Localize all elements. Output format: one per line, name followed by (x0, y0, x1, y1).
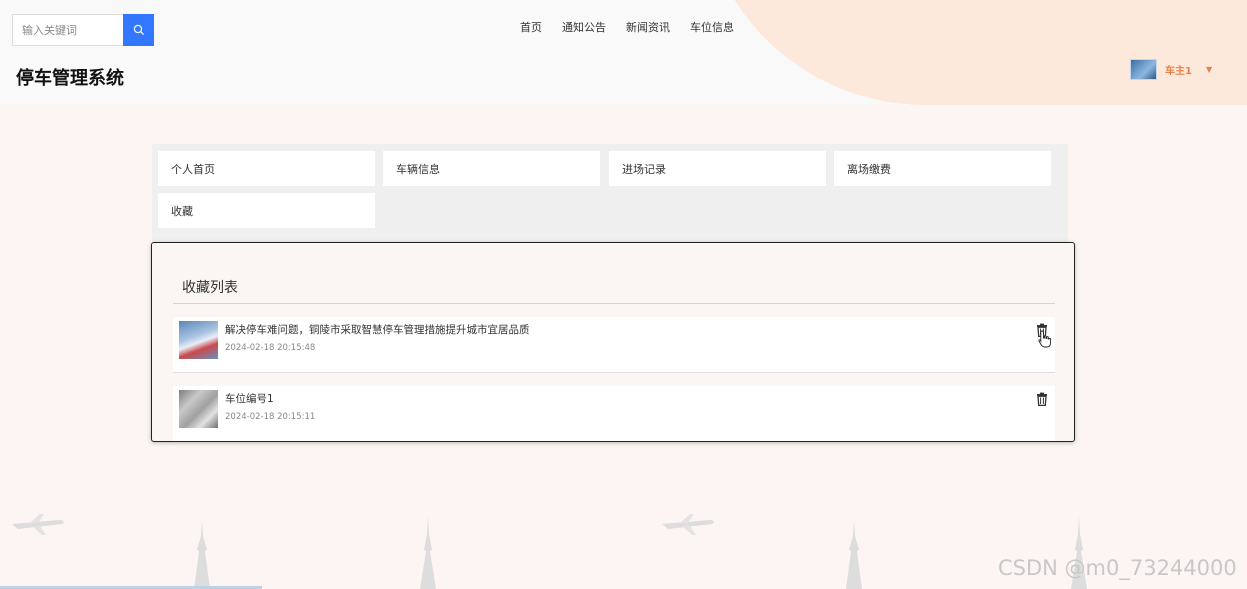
user-menu[interactable]: 车主1 ▼ (1130, 59, 1212, 80)
item-thumbnail[interactable] (179, 321, 218, 359)
nav-parking-spaces[interactable]: 车位信息 (690, 19, 734, 35)
menu-item-entry-records[interactable]: 进场记录 (609, 151, 826, 186)
watermark: CSDN @m0_73244000 (998, 556, 1237, 580)
favorites-title: 收藏列表 (182, 280, 238, 296)
search-icon (133, 24, 144, 36)
item-title[interactable]: 解决停车难问题，铜陵市采取智慧停车管理措施提升城市宜居品质 (225, 322, 530, 337)
divider (173, 372, 1055, 373)
site-title: 停车管理系统 (16, 68, 124, 89)
site-header: 首页 通知公告 新闻资讯 车位信息 停车管理系统 车主1 ▼ (0, 0, 1247, 105)
airplane-icon (12, 514, 64, 535)
avatar[interactable] (1130, 59, 1157, 80)
nav-news[interactable]: 新闻资讯 (626, 19, 670, 35)
item-thumbnail[interactable] (179, 390, 218, 428)
trash-icon[interactable] (1035, 392, 1049, 406)
header-decoration (700, 0, 1247, 105)
menu-item-exit-payment[interactable]: 离场缴费 (834, 151, 1051, 186)
chevron-down-icon[interactable]: ▼ (1206, 65, 1212, 74)
menu-item-vehicles[interactable]: 车辆信息 (383, 151, 600, 186)
item-date: 2024-02-18 20:15:11 (225, 412, 316, 422)
item-date: 2024-02-18 20:15:48 (225, 343, 316, 353)
menu-item-profile[interactable]: 个人首页 (158, 151, 375, 186)
main-nav: 首页 通知公告 新闻资讯 车位信息 (520, 19, 734, 35)
airplane-icon (662, 514, 714, 535)
nav-notices[interactable]: 通知公告 (562, 19, 606, 35)
tower-icon (846, 520, 862, 589)
favorites-panel: 收藏列表 解决停车难问题，铜陵市采取智慧停车管理措施提升城市宜居品质 2024-… (151, 242, 1075, 442)
nav-home[interactable]: 首页 (520, 19, 542, 35)
tower-icon (194, 520, 210, 589)
user-name[interactable]: 车主1 (1165, 62, 1192, 77)
user-center-menu: 个人首页 车辆信息 进场记录 离场缴费 收藏 (152, 144, 1068, 242)
divider (173, 303, 1055, 304)
menu-item-favorites[interactable]: 收藏 (158, 193, 375, 228)
hand-cursor-icon (1038, 330, 1051, 348)
list-item[interactable]: 车位编号1 2024-02-18 20:15:11 (173, 386, 1055, 441)
item-title[interactable]: 车位编号1 (225, 391, 274, 406)
search-input[interactable] (12, 14, 123, 46)
tower-icon (420, 516, 436, 589)
search-box (12, 14, 154, 46)
search-button[interactable] (123, 14, 154, 46)
list-item[interactable]: 解决停车难问题，铜陵市采取智慧停车管理措施提升城市宜居品质 2024-02-18… (173, 317, 1055, 372)
